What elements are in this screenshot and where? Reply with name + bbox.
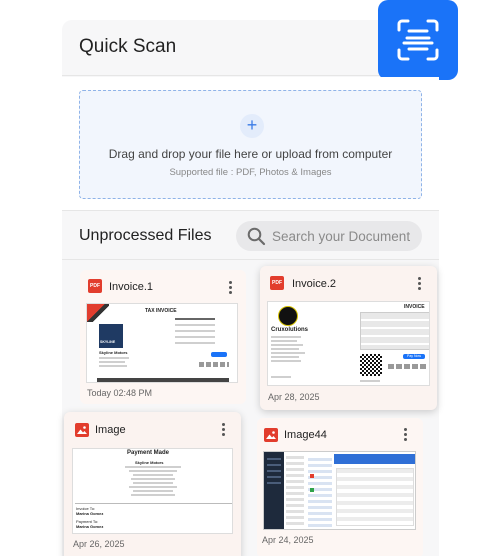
more-options-icon[interactable]	[400, 428, 410, 441]
more-options-icon[interactable]	[218, 423, 228, 436]
pdf-file-icon: PDF	[270, 276, 284, 290]
scan-document-icon	[397, 19, 439, 61]
unprocessed-files-header: Unprocessed Files Search your Document	[62, 212, 439, 260]
section-title: Unprocessed Files	[79, 227, 212, 244]
image-file-icon	[75, 423, 89, 442]
file-name: Image	[95, 424, 126, 436]
more-options-icon[interactable]	[225, 281, 235, 294]
page-title: Quick Scan	[79, 36, 177, 57]
file-thumbnail[interactable]	[263, 451, 416, 530]
file-card[interactable]: PDF Invoice.2 INVOICE Cruxolutions Pay N…	[260, 266, 437, 410]
more-options-icon[interactable]	[414, 277, 424, 290]
supported-file-types: Supported file : PDF, Photos & Images	[169, 167, 332, 178]
file-date: Apr 26, 2025	[73, 539, 125, 549]
file-name: Invoice.1	[109, 281, 154, 293]
search-placeholder: Search your Document	[272, 229, 411, 244]
plus-icon[interactable]: +	[240, 114, 264, 138]
file-name: Image44	[284, 429, 327, 441]
pdf-file-icon: PDF	[88, 279, 102, 293]
file-thumbnail[interactable]: TAX INVOICE SKYLINE Skyline Motors	[86, 303, 238, 383]
file-card[interactable]: PDF Invoice.1 TAX INVOICE SKYLINE Skylin…	[80, 270, 246, 404]
file-date: Today 02:48 PM	[87, 388, 153, 398]
dropzone-instruction: Drag and drop your file here or upload f…	[108, 147, 393, 161]
file-card[interactable]: Image Payment Made Skyline Motors Invoic…	[64, 412, 241, 556]
file-thumbnail[interactable]: Payment Made Skyline Motors Invoice To: …	[72, 448, 233, 534]
upload-section: + Drag and drop your file here or upload…	[62, 77, 439, 211]
file-card[interactable]: Image44 Apr 24, 2025	[257, 418, 423, 556]
search-icon	[247, 227, 266, 246]
image-file-icon	[264, 428, 278, 447]
file-dropzone[interactable]: + Drag and drop your file here or upload…	[79, 90, 422, 199]
file-name: Invoice.2	[292, 278, 337, 290]
file-date: Apr 28, 2025	[268, 392, 320, 402]
scan-button[interactable]	[378, 0, 458, 80]
file-date: Apr 24, 2025	[262, 535, 314, 545]
file-thumbnail[interactable]: INVOICE Cruxolutions Pay Now	[267, 301, 430, 386]
search-input[interactable]: Search your Document	[236, 221, 422, 251]
